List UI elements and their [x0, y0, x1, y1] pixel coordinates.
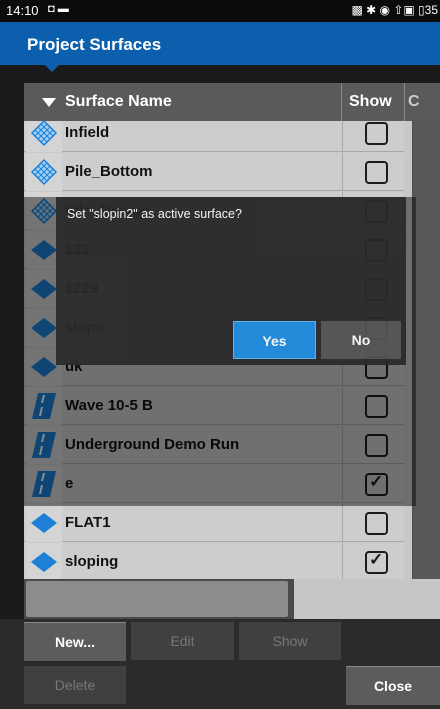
title-bar: Project Surfaces: [0, 22, 440, 65]
table-header: Surface Name Show C: [24, 83, 440, 121]
notification-icons: ◘ ▬: [48, 3, 69, 15]
surface-name: Pile_Bottom: [65, 163, 153, 180]
header-show[interactable]: Show: [349, 93, 392, 111]
title-notch: [45, 65, 59, 72]
blue-diamond-icon: [26, 543, 62, 581]
blue-diamond-icon: [26, 504, 62, 542]
surface-name: sloping: [65, 553, 119, 570]
diamond-grid-icon: [26, 121, 62, 152]
header-divider: [341, 83, 342, 121]
system-status-icons: ▩ ✱ ◉ ⇧▣ ▯35: [351, 3, 438, 17]
sort-arrow-icon[interactable]: [42, 98, 56, 107]
header-divider: [404, 83, 405, 121]
surface-name: Infield: [65, 124, 110, 141]
surface-name: FLAT1: [65, 514, 111, 531]
yes-button[interactable]: Yes: [233, 321, 316, 359]
no-button[interactable]: No: [321, 321, 401, 359]
show-checkbox[interactable]: [365, 122, 388, 145]
show-checkbox[interactable]: [365, 161, 388, 184]
table-row[interactable]: sloping ✓: [24, 543, 404, 581]
delete-button[interactable]: Delete: [24, 666, 126, 704]
new-button[interactable]: New...: [24, 622, 126, 661]
checkmark-icon: ✓: [369, 550, 384, 569]
close-button[interactable]: Close: [346, 666, 440, 705]
edit-button[interactable]: Edit: [131, 622, 234, 660]
button-bar: New... Edit Show Delete Close: [0, 619, 440, 709]
table-row[interactable]: Infield: [24, 121, 404, 152]
dialog-message: Set "slopin2" as active surface?: [67, 207, 242, 221]
page-title: Project Surfaces: [27, 35, 162, 54]
vertical-scrollbar[interactable]: [413, 97, 440, 622]
table-row[interactable]: FLAT1: [24, 504, 404, 542]
table-footer-area: [294, 579, 440, 619]
diamond-grid-icon: [26, 153, 62, 191]
status-bar: 14:10 ◘ ▬ ▩ ✱ ◉ ⇧▣ ▯35: [0, 0, 440, 22]
show-checkbox[interactable]: ✓: [365, 550, 388, 574]
show-button[interactable]: Show: [239, 622, 341, 660]
table-row[interactable]: Pile_Bottom: [24, 153, 404, 191]
header-extra-column[interactable]: C: [408, 93, 420, 111]
status-time: 14:10: [6, 3, 39, 18]
horizontal-scrollbar-thumb[interactable]: [26, 581, 288, 617]
show-checkbox[interactable]: [365, 512, 388, 535]
confirm-dialog: Set "slopin2" as active surface? Yes No: [56, 197, 406, 365]
header-surface-name[interactable]: Surface Name: [65, 93, 172, 111]
